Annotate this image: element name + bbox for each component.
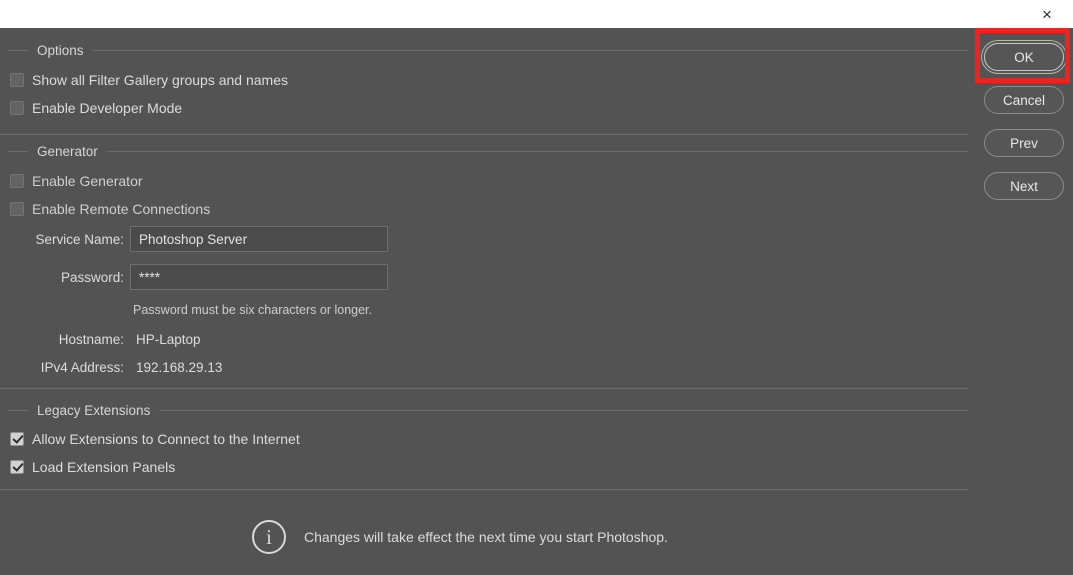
section-title-generator: Generator (28, 144, 107, 159)
cancel-button[interactable]: Cancel (984, 86, 1064, 114)
dialog-body: Options Show all Filter Gallery groups a… (0, 28, 1073, 575)
button-rail: OK Cancel Prev Next (975, 28, 1073, 575)
checkbox-label: Enable Remote Connections (32, 201, 210, 217)
checkbox-row-allow-extensions-internet[interactable]: Allow Extensions to Connect to the Inter… (10, 430, 300, 448)
checkbox-label: Allow Extensions to Connect to the Inter… (32, 431, 300, 447)
label-hostname: Hostname: (0, 332, 124, 347)
ok-button[interactable]: OK (984, 43, 1064, 71)
checkbox-row-enable-generator[interactable]: Enable Generator (10, 172, 143, 190)
checkbox-row-enable-developer-mode[interactable]: Enable Developer Mode (10, 99, 182, 117)
prev-button[interactable]: Prev (984, 129, 1064, 157)
divider (0, 134, 968, 135)
preferences-dialog: × Options Show all Filter Gallery groups… (0, 0, 1073, 575)
title-strip: × (0, 0, 1073, 28)
label-service-name: Service Name: (0, 232, 124, 247)
checkbox-load-extension-panels[interactable] (10, 460, 24, 474)
rule-right (93, 50, 968, 51)
divider (0, 489, 968, 490)
checkbox-enable-remote-connections[interactable] (10, 202, 24, 216)
checkbox-row-show-filter-gallery[interactable]: Show all Filter Gallery groups and names (10, 71, 288, 89)
section-header-generator: Generator (8, 143, 968, 159)
checkbox-allow-extensions-internet[interactable] (10, 432, 24, 446)
section-title-options: Options (28, 43, 93, 58)
rule-right (107, 151, 968, 152)
label-password: Password: (0, 270, 124, 285)
section-title-legacy-extensions: Legacy Extensions (28, 403, 159, 418)
section-header-legacy-extensions: Legacy Extensions (8, 402, 968, 418)
checkbox-show-filter-gallery[interactable] (10, 73, 24, 87)
rule-left (8, 50, 28, 51)
next-button[interactable]: Next (984, 172, 1064, 200)
checkbox-label: Enable Generator (32, 173, 143, 189)
checkbox-label: Show all Filter Gallery groups and names (32, 72, 288, 88)
rule-left (8, 410, 28, 411)
checkbox-label: Enable Developer Mode (32, 100, 182, 116)
restart-notice: i Changes will take effect the next time… (252, 520, 668, 554)
password-input[interactable] (130, 264, 388, 290)
restart-notice-text: Changes will take effect the next time y… (304, 529, 668, 545)
value-ipv4-address: 192.168.29.13 (136, 360, 222, 375)
checkbox-enable-generator[interactable] (10, 174, 24, 188)
service-name-input[interactable] (130, 226, 388, 252)
preferences-content: Options Show all Filter Gallery groups a… (0, 28, 975, 575)
divider (0, 388, 968, 389)
rule-left (8, 151, 28, 152)
label-ipv4-address: IPv4 Address: (0, 360, 124, 375)
section-header-options: Options (8, 42, 968, 58)
close-icon[interactable]: × (1027, 0, 1067, 28)
rule-right (159, 410, 968, 411)
info-icon: i (252, 520, 286, 554)
password-hint: Password must be six characters or longe… (133, 303, 372, 317)
value-hostname: HP-Laptop (136, 332, 201, 347)
checkbox-label: Load Extension Panels (32, 459, 175, 475)
checkbox-enable-developer-mode[interactable] (10, 101, 24, 115)
checkbox-row-enable-remote-connections[interactable]: Enable Remote Connections (10, 200, 210, 218)
checkbox-row-load-extension-panels[interactable]: Load Extension Panels (10, 458, 175, 476)
